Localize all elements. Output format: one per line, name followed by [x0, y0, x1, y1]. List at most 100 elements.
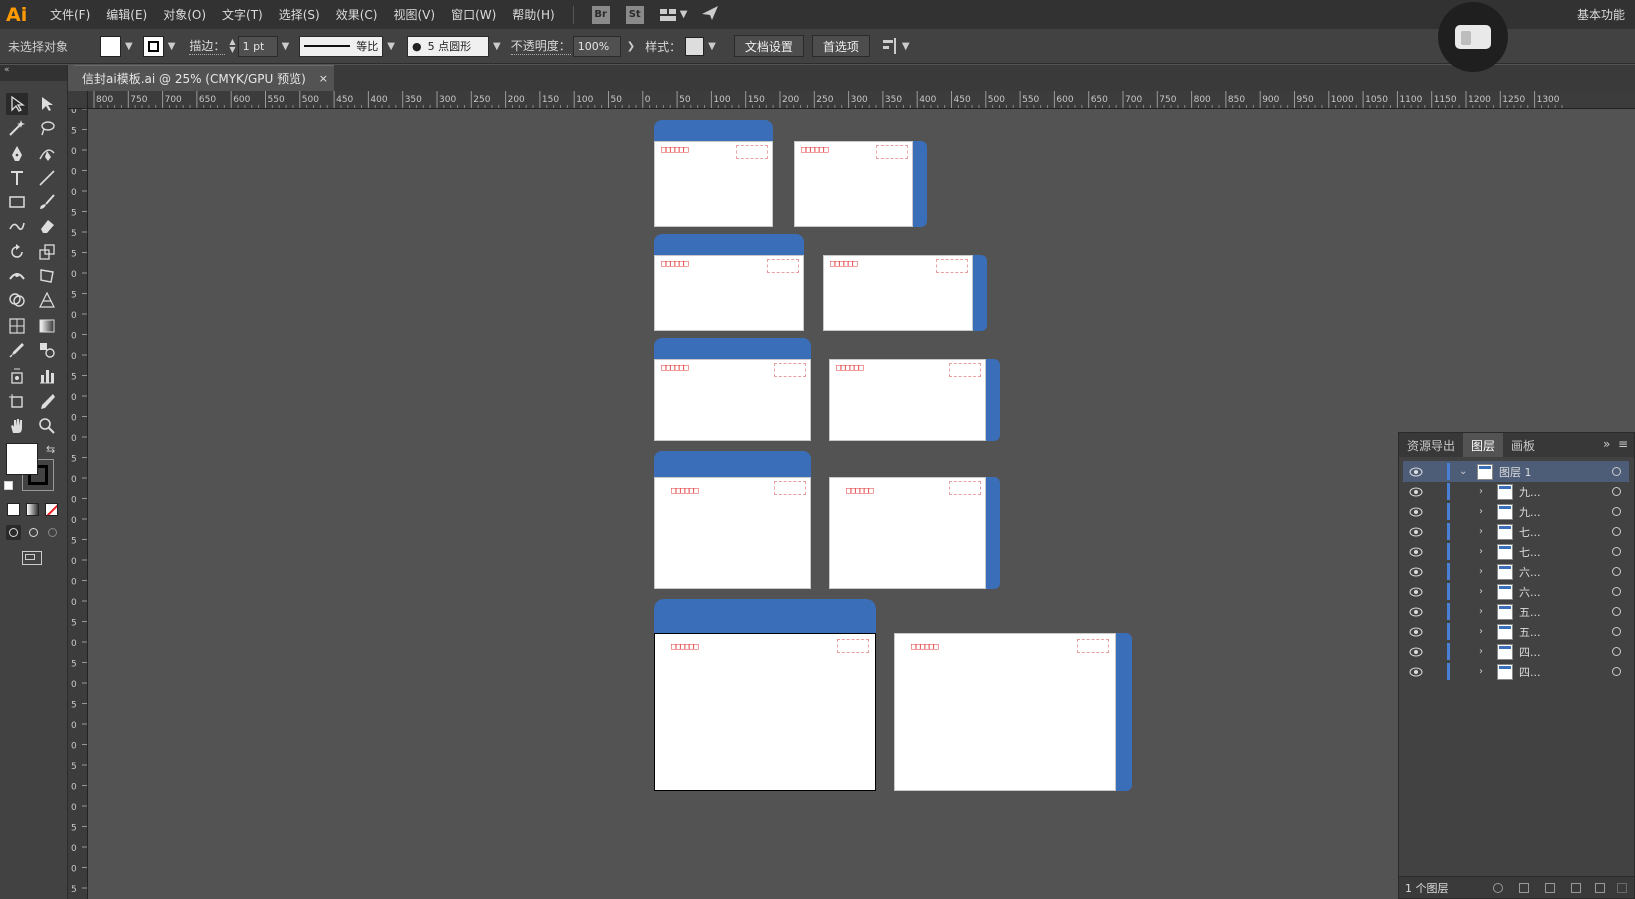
envelope-back[interactable]: □□□□□□	[829, 477, 986, 589]
envelope-back[interactable]: □□□□□□	[794, 141, 913, 227]
chevron-down-icon[interactable]: ▼	[387, 41, 395, 52]
pen-tool-icon[interactable]	[6, 143, 28, 165]
document-tab[interactable]: 信封ai模板.ai @ 25% (CMYK/GPU 预览) ×	[74, 65, 334, 91]
arrange-documents-icon[interactable]: ▼	[659, 8, 692, 21]
sublayer-name[interactable]: 七...	[1519, 524, 1541, 540]
envelope-flap[interactable]	[654, 599, 876, 635]
draw-behind-icon[interactable]	[26, 525, 41, 540]
visibility-eye-icon[interactable]	[1409, 587, 1423, 597]
envelope-front[interactable]: □□□□□□	[654, 359, 811, 441]
target-circle-icon[interactable]	[1612, 467, 1621, 476]
visibility-eye-icon[interactable]	[1409, 647, 1423, 657]
type-tool-icon[interactable]	[6, 167, 28, 189]
stroke-swatch[interactable]	[142, 35, 164, 57]
chevron-right-icon[interactable]: ❯	[627, 41, 635, 52]
fill-swatch[interactable]	[100, 35, 121, 57]
menu-type[interactable]: 文字(T)	[214, 6, 271, 23]
opacity-input[interactable]: 100%	[572, 35, 621, 57]
sublayer-row[interactable]: › 四...	[1403, 641, 1629, 662]
line-segment-tool-icon[interactable]	[36, 167, 58, 189]
envelope-side-flap[interactable]	[1116, 633, 1132, 791]
shaper-tool-icon[interactable]	[6, 215, 28, 237]
layer-row[interactable]: ⌄ 图层 1	[1403, 461, 1629, 482]
gpu-performance-icon[interactable]	[701, 5, 719, 24]
layer-name[interactable]: 图层 1	[1499, 464, 1532, 480]
envelope-side-flap[interactable]	[986, 477, 1000, 589]
sublayer-name[interactable]: 五...	[1519, 624, 1541, 640]
paintbrush-tool-icon[interactable]	[36, 191, 58, 213]
sublayer-row[interactable]: › 五...	[1403, 621, 1629, 642]
chevron-right-icon[interactable]: ›	[1479, 486, 1483, 497]
chevron-right-icon[interactable]: ›	[1479, 646, 1483, 657]
sublayer-name[interactable]: 六...	[1519, 564, 1541, 580]
sublayer-row[interactable]: › 七...	[1403, 521, 1629, 542]
envelope-front[interactable]: □□□□□□	[654, 477, 811, 589]
graphic-style-swatch[interactable]	[685, 36, 705, 56]
draw-inside-icon[interactable]	[45, 525, 60, 540]
sublayer-name[interactable]: 九...	[1519, 504, 1541, 520]
sublayer-name[interactable]: 九...	[1519, 484, 1541, 500]
draw-normal-icon[interactable]	[6, 525, 21, 540]
panel-menu-icon[interactable]: » ≡	[1603, 437, 1628, 451]
chevron-down-icon[interactable]: ▼	[708, 41, 716, 52]
chevron-right-icon[interactable]: ›	[1479, 586, 1483, 597]
envelope-side-flap[interactable]	[973, 255, 987, 331]
menu-file[interactable]: 文件(F)	[42, 6, 98, 23]
sublayer-name[interactable]: 四...	[1519, 644, 1541, 660]
align-options-icon[interactable]: ▼	[882, 38, 914, 54]
vertical-ruler[interactable]: 050005550500050005000500050505005005005	[68, 91, 88, 899]
sublayer-row[interactable]: › 六...	[1403, 561, 1629, 582]
menu-object[interactable]: 对象(O)	[155, 6, 214, 23]
stroke-label[interactable]: 描边：	[189, 37, 226, 55]
chevron-right-icon[interactable]: ›	[1479, 626, 1483, 637]
new-layer-icon[interactable]	[1595, 883, 1605, 893]
zoom-tool-icon[interactable]	[36, 415, 58, 437]
visibility-eye-icon[interactable]	[1409, 567, 1423, 577]
free-transform-tool-icon[interactable]	[36, 265, 58, 287]
direct-selection-tool-icon[interactable]	[36, 93, 58, 115]
chevron-right-icon[interactable]: ›	[1479, 666, 1483, 677]
tab-layers[interactable]: 图层	[1463, 433, 1504, 457]
envelope-back[interactable]: □□□□□□	[829, 359, 986, 441]
stroke-stepper[interactable]: ▲ ▼	[229, 38, 235, 54]
sublayer-name[interactable]: 六...	[1519, 584, 1541, 600]
sublayer-row[interactable]: › 九...	[1403, 501, 1629, 522]
perspective-grid-tool-icon[interactable]	[36, 289, 58, 311]
tab-asset-export[interactable]: 资源导出	[1399, 433, 1463, 457]
variable-width-profile[interactable]: 等比	[299, 35, 384, 57]
horizontal-ruler[interactable]: 800 750 700 650 600 550 500 450 400 350 300 250 200 1…	[88, 91, 1635, 109]
visibility-eye-icon[interactable]	[1409, 607, 1423, 617]
collect-export-icon[interactable]	[1519, 883, 1529, 893]
envelope-front[interactable]: □□□□□□	[654, 633, 876, 791]
visibility-eye-icon[interactable]	[1409, 507, 1423, 517]
sublayer-row[interactable]: › 五...	[1403, 601, 1629, 622]
visibility-eye-icon[interactable]	[1409, 467, 1423, 477]
hand-tool-icon[interactable]	[6, 415, 28, 437]
sublayer-name[interactable]: 五...	[1519, 604, 1541, 620]
target-circle-icon[interactable]	[1612, 567, 1621, 576]
chevron-right-icon[interactable]: ›	[1479, 526, 1483, 537]
document-setup-button[interactable]: 文档设置	[733, 35, 804, 57]
make-clipping-mask-icon[interactable]	[1545, 883, 1555, 893]
menu-view[interactable]: 视图(V)	[385, 6, 443, 23]
envelope-side-flap[interactable]	[986, 359, 1000, 441]
target-circle-icon[interactable]	[1612, 547, 1621, 556]
shape-builder-tool-icon[interactable]	[6, 289, 28, 311]
sublayer-name[interactable]: 七...	[1519, 544, 1541, 560]
opacity-label[interactable]: 不透明度：	[510, 37, 571, 55]
rotate-tool-icon[interactable]	[6, 241, 28, 263]
menu-effect[interactable]: 效果(C)	[328, 6, 386, 23]
sublayer-row[interactable]: › 六...	[1403, 581, 1629, 602]
curvature-tool-icon[interactable]	[36, 143, 58, 165]
symbol-sprayer-tool-icon[interactable]	[6, 365, 28, 387]
envelope-flap[interactable]	[654, 338, 811, 360]
ruler-origin[interactable]	[68, 91, 88, 109]
visibility-eye-icon[interactable]	[1409, 667, 1423, 677]
sublayer-row[interactable]: › 七...	[1403, 541, 1629, 562]
chevron-down-icon[interactable]: ⌄	[1459, 466, 1467, 477]
sublayer-row[interactable]: › 四...	[1403, 661, 1629, 682]
tab-artboards[interactable]: 画板	[1503, 433, 1543, 457]
width-tool-icon[interactable]	[6, 265, 28, 287]
chevron-down-icon[interactable]: ▼	[125, 41, 133, 52]
mesh-tool-icon[interactable]	[6, 315, 28, 337]
